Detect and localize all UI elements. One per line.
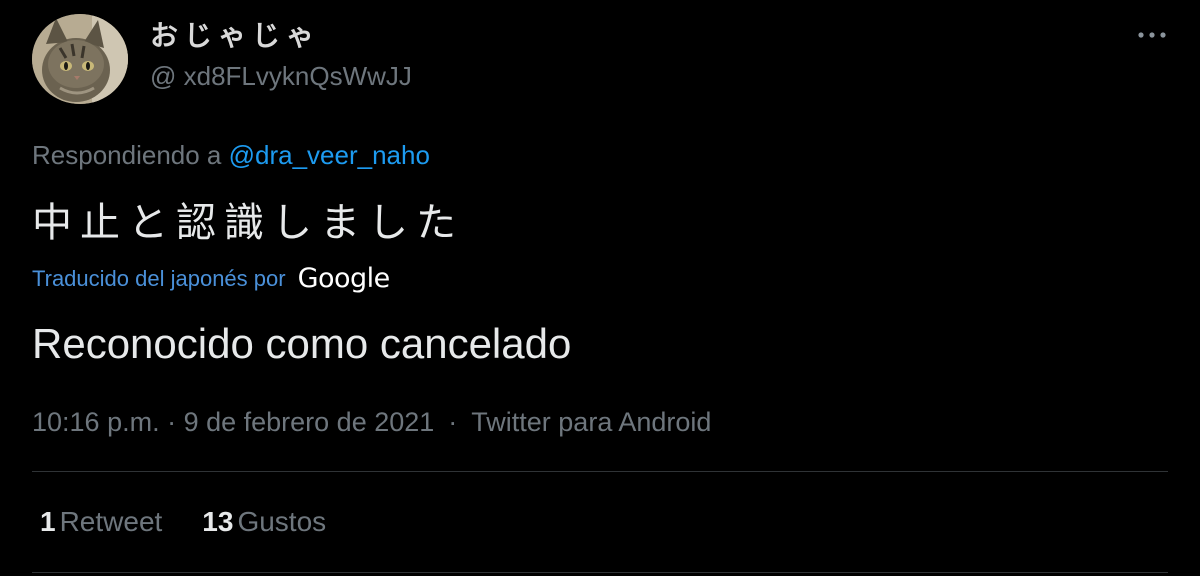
tweet-card: おじゃじゃ @ xd8FLvyknQsWwJJ Respondiendo a @… [0,0,1200,576]
replying-to: Respondiendo a @dra_veer_naho [32,138,430,172]
meta-separator: · [448,407,458,437]
tweet-source-link[interactable]: Twitter para Android [471,407,711,437]
tweet-meta: 10:16 p.m. · 9 de febrero de 2021 · Twitte… [32,405,711,439]
author-display-name[interactable]: おじゃじゃ [150,18,320,54]
likes-label: Gustos [237,506,327,537]
tweet-stats: 1 Retweet 13 Gustos [40,504,366,540]
more-options-button[interactable] [1134,20,1170,50]
translated-text: Reconocido como cancelado [32,320,572,367]
divider [32,572,1168,573]
likes-stat-link[interactable]: 13 Gustos [202,504,326,540]
avatar[interactable] [32,14,128,104]
author-username[interactable]: @ xd8FLvyknQsWwJJ [150,60,412,92]
more-horizontal-icon [1138,32,1166,38]
tweet-timestamp-link[interactable]: 10:16 p.m. · 9 de febrero de 2021 [32,407,434,437]
reply-mention-link[interactable]: @dra_veer_naho [229,140,430,170]
google-logo: Google [297,263,391,294]
retweets-stat-link[interactable]: 1 Retweet [40,504,162,540]
retweets-label: Retweet [59,506,163,537]
translation-credit: Traducido del japonés por Google [32,264,390,294]
replying-to-label: Respondiendo a [32,140,222,170]
translation-credit-link[interactable]: Traducido del japonés por [32,264,286,294]
divider [32,471,1168,472]
tweet-text: 中止と認識しました [32,200,464,246]
retweets-count: 1 [40,506,56,537]
cat-avatar-icon [32,14,128,104]
likes-count: 13 [202,506,234,537]
